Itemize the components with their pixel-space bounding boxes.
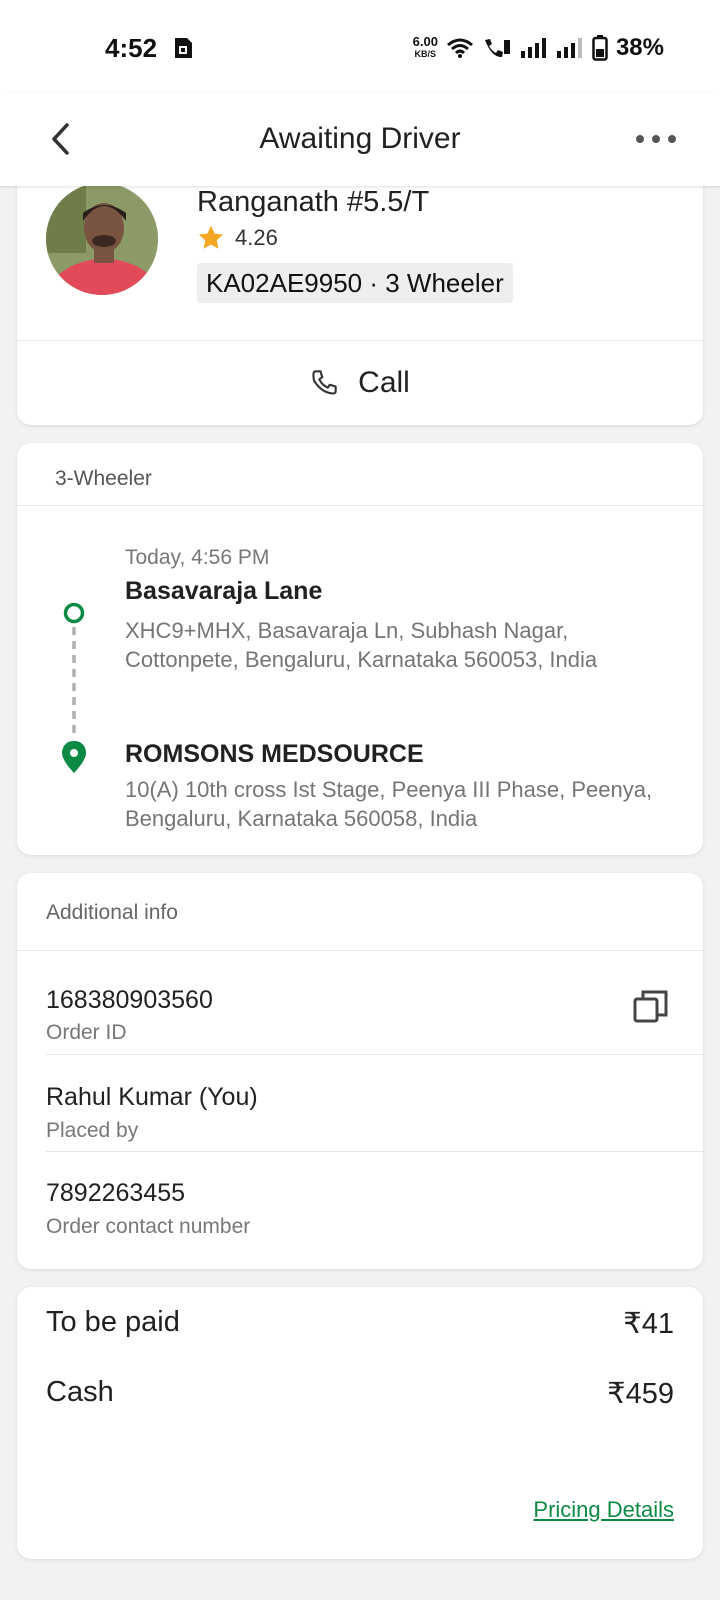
pickup-time: Today, 4:56 PM: [125, 546, 270, 569]
divider: [17, 950, 703, 951]
to-be-paid-amount: ₹41: [623, 1308, 674, 1340]
drop-pin-icon: [62, 741, 86, 773]
contact-number-label: Order contact number: [46, 1215, 251, 1238]
sim-card-icon: [175, 38, 192, 58]
trip-route-card: 3-Wheeler Today, 4:56 PM Basavaraja Lane…: [17, 443, 703, 855]
back-arrow-icon: [52, 123, 69, 155]
additional-info-title: Additional info: [46, 901, 178, 924]
order-id-label: Order ID: [46, 1021, 127, 1044]
driver-rating: 4.26: [197, 222, 278, 254]
cash-amount: ₹459: [607, 1378, 674, 1410]
back-button[interactable]: [36, 114, 86, 164]
vehicle-type-label: 3-Wheeler: [55, 467, 152, 490]
battery-icon: [592, 35, 608, 61]
signal-icon-sim2: [556, 38, 582, 58]
driver-card: Ranganath #5.5/T 4.26 KA02AE9950 · 3 Whe…: [17, 150, 703, 425]
wifi-icon: [446, 38, 473, 58]
divider: [17, 505, 703, 506]
cash-label: Cash: [46, 1376, 114, 1408]
copy-icon: [633, 990, 668, 1023]
driver-photo: [46, 183, 158, 295]
pickup-dot-icon: [63, 603, 85, 624]
status-bar: 4:52 6.00 KB/S 38%: [0, 0, 720, 92]
drop-address: 10(A) 10th cross Ist Stage, Peenya III P…: [125, 777, 653, 831]
additional-info-card: Additional info 168380903560 Order ID Ra…: [17, 873, 703, 1269]
divider: [46, 1151, 703, 1152]
divider: [46, 1054, 703, 1055]
vehicle-number-tag: KA02AE9950 · 3 Wheeler: [197, 263, 513, 303]
drop-location-name: ROMSONS MEDSOURCE: [125, 740, 424, 768]
placed-by-label: Placed by: [46, 1119, 139, 1142]
page-title: Awaiting Driver: [259, 122, 461, 155]
pickup-location-name: Basavaraja Lane: [125, 577, 323, 605]
route-line: [62, 603, 86, 773]
pickup-address: XHC9+MHX, Basavaraja Ln, Subhash Nagar, …: [125, 618, 598, 672]
network-speed-value: 6.00: [412, 34, 438, 49]
driver-avatar: [46, 183, 158, 295]
more-dots-icon: [636, 135, 676, 143]
phone-icon: [312, 370, 337, 395]
payment-card: To be paid ₹41 Cash ₹459 Pricing Details: [17, 1287, 703, 1559]
signal-icon-sim1: [520, 38, 546, 58]
call-button[interactable]: Call: [17, 341, 703, 425]
status-icons: 6.00 KB/S 38%: [413, 33, 664, 63]
status-time: 4:52: [105, 33, 158, 63]
network-speed: 6.00 KB/S: [412, 34, 438, 60]
more-options-button[interactable]: [628, 114, 684, 164]
to-be-paid-label: To be paid: [46, 1306, 180, 1338]
contact-number-value: 7892263455: [46, 1179, 186, 1207]
network-speed-unit: KB/S: [414, 49, 437, 59]
driver-name: Ranganath #5.5/T: [197, 186, 430, 218]
app-header: Awaiting Driver: [0, 92, 720, 186]
battery-percentage: 38%: [615, 34, 664, 61]
copy-order-id-button[interactable]: [631, 987, 671, 1027]
placed-by-value: Rahul Kumar (You): [46, 1083, 258, 1111]
wifi-calling-icon: [484, 39, 510, 58]
rating-value: 4.26: [235, 225, 278, 250]
pricing-details-link[interactable]: Pricing Details: [533, 1497, 674, 1523]
star-icon: [198, 225, 224, 249]
order-id-value: 168380903560: [46, 986, 213, 1014]
call-label: Call: [358, 366, 410, 399]
